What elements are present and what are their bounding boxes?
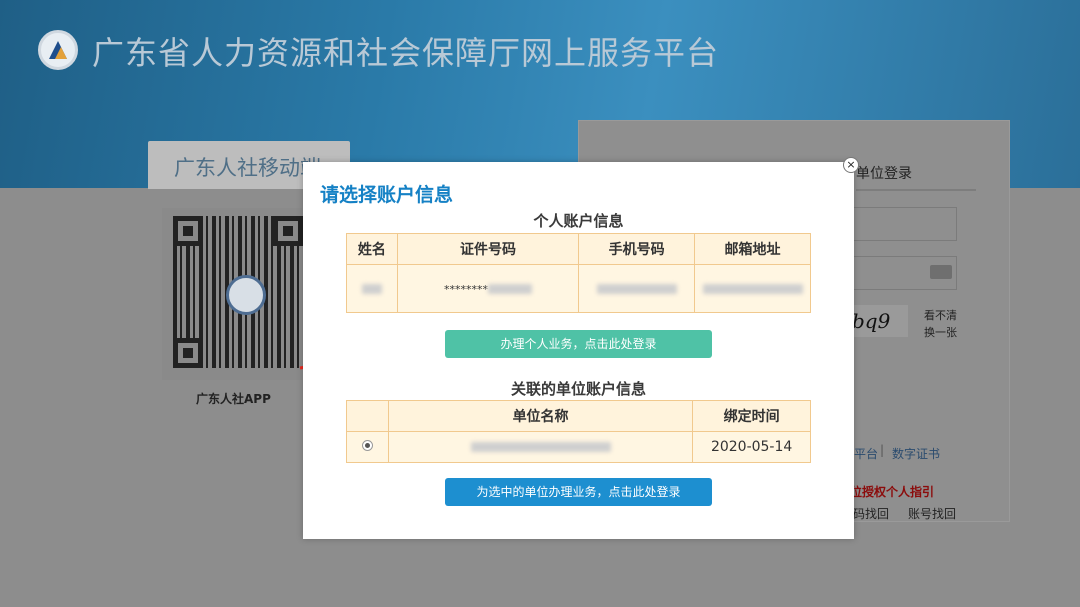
recover-account-link[interactable]: 账号找回 bbox=[908, 505, 956, 522]
col-header-phone: 手机号码 bbox=[578, 233, 696, 265]
col-header-email: 邮箱地址 bbox=[694, 233, 811, 265]
personal-account-table: 姓名 证件号码 手机号码 邮箱地址 ******** bbox=[346, 233, 811, 313]
auth-guide-link[interactable]: 位授权个人指引 bbox=[850, 483, 934, 500]
unit-name-cell bbox=[387, 431, 694, 463]
digital-cert-link[interactable]: 数字证书 bbox=[892, 445, 940, 462]
phone-cell bbox=[578, 264, 696, 313]
col-header-bind-time: 绑定时间 bbox=[692, 400, 811, 432]
id-masked-text: ******** bbox=[444, 282, 489, 296]
link-separator: | bbox=[880, 443, 885, 457]
account-input[interactable] bbox=[853, 207, 957, 241]
redacted-block bbox=[470, 442, 611, 452]
keyboard-icon[interactable] bbox=[930, 265, 952, 279]
email-cell bbox=[694, 264, 811, 313]
unit-login-button[interactable]: 为选中的单位办理业务，点击此处登录 bbox=[445, 478, 712, 506]
captcha-image[interactable]: bq9 bbox=[850, 305, 908, 337]
redacted-block bbox=[361, 283, 382, 294]
personal-login-button[interactable]: 办理个人业务，点击此处登录 bbox=[445, 330, 712, 358]
qr-corner-icon bbox=[173, 216, 203, 246]
redacted-block bbox=[488, 283, 533, 294]
unit-section-title: 关联的单位账户信息 bbox=[510, 380, 646, 398]
personal-section-title: 个人账户信息 bbox=[533, 212, 624, 230]
table-row: ******** bbox=[346, 264, 811, 313]
app-label: 广东人社APP bbox=[196, 392, 271, 406]
table-row[interactable]: 2020-05-14 bbox=[346, 431, 811, 463]
redacted-block bbox=[596, 283, 677, 294]
account-select-dialog: 请选择账户信息 个人账户信息 姓名 证件号码 手机号码 邮箱地址 *******… bbox=[303, 162, 854, 539]
select-cell[interactable] bbox=[346, 431, 389, 463]
col-header-unit-name: 单位名称 bbox=[387, 400, 694, 432]
unit-radio[interactable] bbox=[361, 440, 373, 451]
qr-corner-icon bbox=[173, 338, 203, 368]
captcha-refresh-link[interactable]: 看不清 bbox=[924, 307, 957, 323]
col-header-id: 证件号码 bbox=[396, 233, 580, 265]
unit-login-tab[interactable]: 单位登录 bbox=[856, 163, 912, 183]
col-header-select bbox=[346, 400, 389, 432]
name-cell bbox=[346, 264, 398, 313]
qr-center-logo-icon bbox=[226, 275, 266, 315]
site-title: 广东省人力资源和社会保障厅网上服务平台 bbox=[92, 34, 720, 72]
platform-link[interactable]: 平台 bbox=[854, 445, 878, 462]
login-tab-underline bbox=[856, 189, 976, 191]
recover-password-link[interactable]: 码找回 bbox=[853, 505, 889, 522]
dialog-title: 请选择账户信息 bbox=[320, 184, 454, 206]
col-header-name: 姓名 bbox=[346, 233, 398, 265]
redacted-block bbox=[702, 283, 803, 294]
captcha-refresh-link-2[interactable]: 换一张 bbox=[924, 324, 957, 340]
site-logo-icon bbox=[38, 30, 78, 70]
bind-time-cell: 2020-05-14 bbox=[692, 431, 811, 463]
close-icon[interactable]: × bbox=[843, 157, 859, 173]
qr-corner-icon bbox=[273, 216, 303, 246]
unit-account-table: 单位名称 绑定时间 2020-05-14 bbox=[346, 400, 811, 463]
id-cell: ******** bbox=[396, 264, 580, 313]
